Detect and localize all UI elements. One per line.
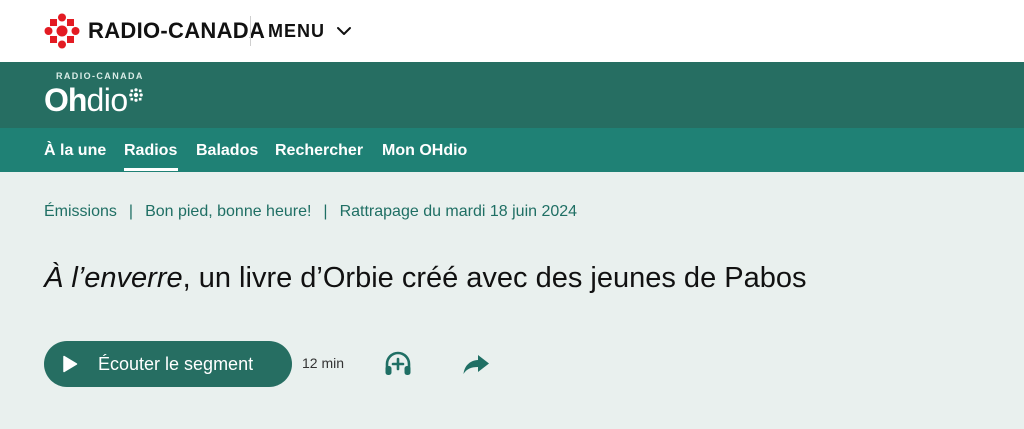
breadcrumb-show[interactable]: Bon pied, bonne heure! (145, 203, 311, 221)
menu-button[interactable]: MENU (268, 18, 353, 44)
listen-segment-label: Écouter le segment (98, 353, 254, 374)
nav-item-a-la-une[interactable]: À la une (44, 142, 106, 160)
radio-canada-wordmark[interactable]: RADIO-CANADA (88, 18, 265, 44)
radio-canada-gem-icon (128, 88, 143, 102)
page-title-rest: , un livre d’Orbie créé avec des jeunes … (182, 262, 807, 294)
share-arrow-icon[interactable] (459, 348, 493, 382)
breadcrumb-separator: | (323, 203, 328, 220)
breadcrumb-emissions[interactable]: Émissions (44, 203, 117, 221)
nav-active-indicator (124, 168, 178, 171)
page-title-italic: À l’enverre (44, 262, 183, 294)
ohdio-brand-bar: RADIO-CANADA Oh dio (0, 62, 1024, 128)
headphones-plus-icon[interactable] (381, 347, 415, 381)
main-nav: À la une Radios Balados Rechercher Mon O… (0, 128, 1024, 172)
chevron-down-icon (337, 27, 351, 35)
nav-item-rechercher[interactable]: Rechercher (275, 142, 363, 160)
site-header: RADIO-CANADA MENU (0, 0, 1024, 62)
ohdio-logo[interactable]: Oh dio (44, 82, 143, 120)
nav-item-mon-ohdio[interactable]: Mon OHdio (382, 142, 467, 160)
play-icon (63, 355, 78, 373)
page-title: À l’enverre, un livre d’Orbie créé avec … (44, 262, 806, 295)
ohdio-logo-bold: Oh (44, 82, 87, 118)
segment-duration: 12 min (302, 355, 345, 371)
nav-item-balados[interactable]: Balados (196, 142, 258, 160)
listen-segment-button[interactable]: Écouter le segment (44, 341, 292, 387)
radio-canada-gem-icon[interactable] (44, 13, 80, 49)
ohdio-logo-light: dio (86, 82, 128, 118)
breadcrumb: Émissions | Bon pied, bonne heure! | Rat… (44, 203, 577, 221)
breadcrumb-episode[interactable]: Rattrapage du mardi 18 juin 2024 (340, 203, 578, 221)
ohdio-superscript: RADIO-CANADA (56, 71, 144, 81)
nav-item-radios[interactable]: Radios (124, 142, 177, 160)
menu-label: MENU (268, 20, 325, 41)
header-divider (250, 16, 251, 46)
breadcrumb-separator: | (128, 203, 134, 220)
